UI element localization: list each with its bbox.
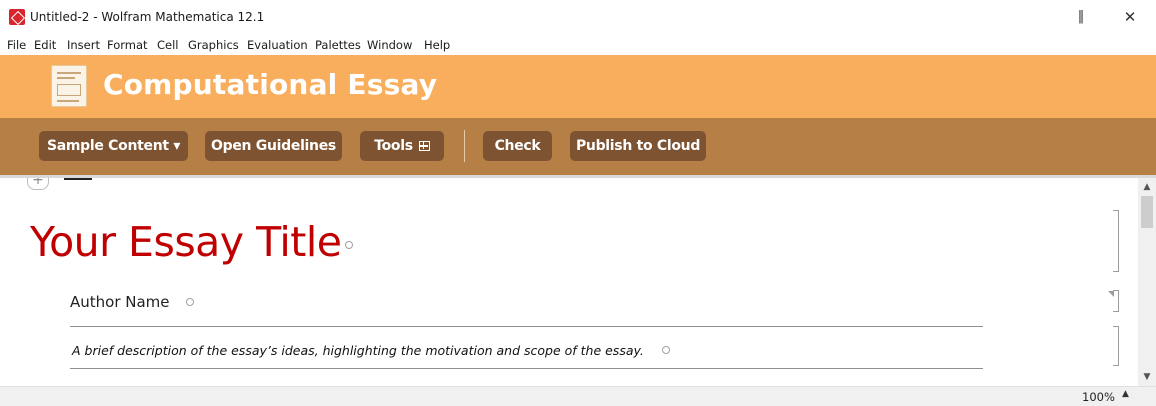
menu-palettes[interactable]: Palettes: [315, 38, 361, 52]
author-name[interactable]: Author Name: [70, 293, 170, 311]
header-title: Computational Essay: [103, 68, 438, 101]
menu-evaluation[interactable]: Evaluation: [247, 38, 308, 52]
cell-bracket-author[interactable]: [1108, 290, 1119, 312]
tools-label: Tools: [374, 138, 413, 154]
menu-window[interactable]: Window: [367, 38, 412, 52]
info-icon[interactable]: [345, 241, 353, 249]
grid-icon: [418, 141, 430, 151]
scroll-down-arrow-icon[interactable]: ▼: [1138, 370, 1156, 384]
tools-button[interactable]: Tools: [360, 131, 444, 161]
menu-format[interactable]: Format: [107, 38, 148, 52]
notebook-area[interactable]: + Your Essay Title Author Name A brief d…: [0, 178, 1138, 386]
essay-title[interactable]: Your Essay Title: [30, 218, 342, 266]
insert-cell-button[interactable]: +: [27, 178, 49, 190]
menu-file[interactable]: File: [7, 38, 26, 52]
abstract-text[interactable]: A brief description of the essay’s ideas…: [72, 343, 644, 358]
cell-insertion-marker: [64, 178, 92, 180]
document-icon: [51, 65, 87, 107]
sample-content-button[interactable]: Sample Content ▾: [39, 131, 188, 161]
title-bar: Untitled-2 - Wolfram Mathematica 12.1 ‖ …: [0, 0, 1156, 34]
cell-bracket-abstract[interactable]: [1113, 326, 1119, 366]
menu-help[interactable]: Help: [424, 38, 450, 52]
essay-header: Computational Essay: [0, 55, 1156, 118]
scroll-up-arrow-icon[interactable]: ▲: [1138, 180, 1156, 194]
menu-bar: File Edit Insert Format Cell Graphics Ev…: [0, 34, 1156, 54]
cell-bracket-title[interactable]: [1113, 210, 1119, 272]
zoom-menu-icon[interactable]: ▲: [1122, 389, 1129, 399]
open-guidelines-button[interactable]: Open Guidelines: [205, 131, 342, 161]
restore-button[interactable]: ‖: [1069, 8, 1093, 26]
info-icon[interactable]: [186, 298, 194, 306]
menu-insert[interactable]: Insert: [67, 38, 100, 52]
publish-to-cloud-button[interactable]: Publish to Cloud: [570, 131, 706, 161]
info-icon[interactable]: [662, 346, 670, 354]
divider-line: [70, 326, 983, 327]
check-button[interactable]: Check: [483, 131, 552, 161]
menu-edit[interactable]: Edit: [34, 38, 56, 52]
essay-toolbar: Sample Content ▾ Open Guidelines Tools C…: [0, 118, 1156, 175]
scroll-thumb[interactable]: [1141, 196, 1153, 228]
menu-graphics[interactable]: Graphics: [188, 38, 239, 52]
status-bar: 100% ▲: [0, 386, 1156, 406]
toolbar-separator: [464, 130, 465, 162]
window-title: Untitled-2 - Wolfram Mathematica 12.1: [30, 10, 265, 24]
divider-line: [70, 368, 983, 369]
mathematica-icon: [9, 9, 25, 25]
vertical-scrollbar[interactable]: ▲ ▼: [1138, 178, 1156, 386]
close-button[interactable]: ✕: [1118, 8, 1142, 26]
zoom-level[interactable]: 100%: [1082, 390, 1115, 404]
menu-cell[interactable]: Cell: [157, 38, 179, 52]
